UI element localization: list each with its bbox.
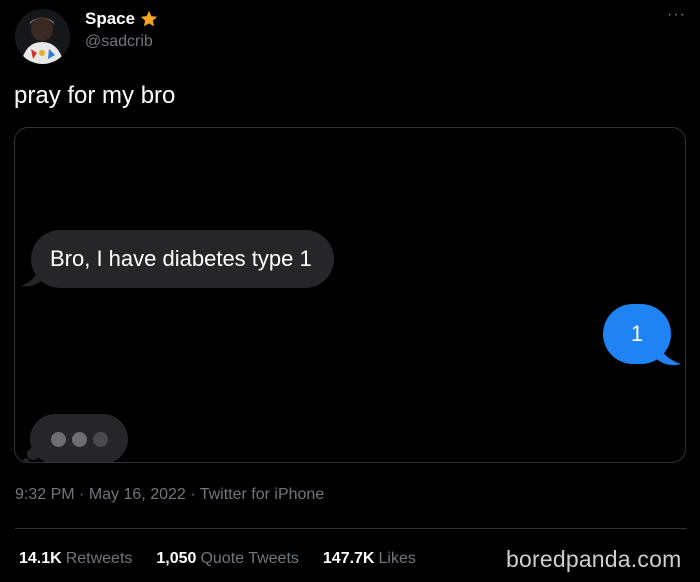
likes-label: Likes	[378, 550, 416, 567]
received-message-text: Bro, I have diabetes type 1	[50, 246, 312, 271]
avatar[interactable]	[15, 9, 70, 64]
more-icon[interactable]: ···	[667, 6, 686, 24]
tweet-stats: 14.1K Retweets 1,050 Quote Tweets 147.7K Li…	[19, 550, 416, 568]
divider	[15, 528, 687, 529]
quote-tweets-label: Quote Tweets	[200, 550, 299, 567]
likes-count: 147.7K	[322, 550, 375, 567]
author-display-name-row[interactable]: Space	[85, 9, 159, 29]
quote-tweets-stat[interactable]: 1,050 Quote Tweets	[156, 550, 298, 568]
retweets-stat[interactable]: 14.1K Retweets	[19, 550, 132, 568]
tweet-source[interactable]: Twitter for iPhone	[200, 486, 325, 503]
sent-bubble-tail	[655, 344, 681, 366]
tweet-time[interactable]: 9:32 PM	[15, 486, 75, 503]
meta-separator: ·	[190, 486, 196, 503]
author-handle[interactable]: @sadcrib	[85, 33, 153, 51]
tweet-date[interactable]: May 16, 2022	[89, 486, 186, 503]
meta-separator: ·	[79, 486, 85, 503]
typing-dot	[50, 431, 66, 447]
typing-bubble-tail	[23, 448, 39, 462]
typing-dot	[71, 431, 87, 447]
tweet-meta: 9:32 PM · May 16, 2022 · Twitter for iPh…	[15, 486, 324, 504]
received-message-bubble: Bro, I have diabetes type 1	[31, 230, 334, 288]
quote-tweets-count: 1,050	[156, 550, 197, 567]
typing-dot	[92, 431, 108, 447]
likes-stat[interactable]: 147.7K Likes	[323, 550, 416, 568]
tweet-text: pray for my bro	[14, 82, 176, 109]
author-display-name[interactable]: Space	[85, 9, 135, 29]
typing-indicator	[30, 414, 128, 462]
media-card[interactable]: Bro, I have diabetes type 1 1	[14, 127, 686, 463]
retweets-label: Retweets	[65, 550, 133, 567]
received-bubble-tail	[21, 266, 43, 287]
avatar-image	[15, 9, 70, 64]
watermark: boredpanda.com	[506, 546, 682, 572]
retweets-count: 14.1K	[19, 550, 62, 567]
star-icon	[139, 9, 159, 29]
sent-message-text: 1	[630, 321, 644, 346]
